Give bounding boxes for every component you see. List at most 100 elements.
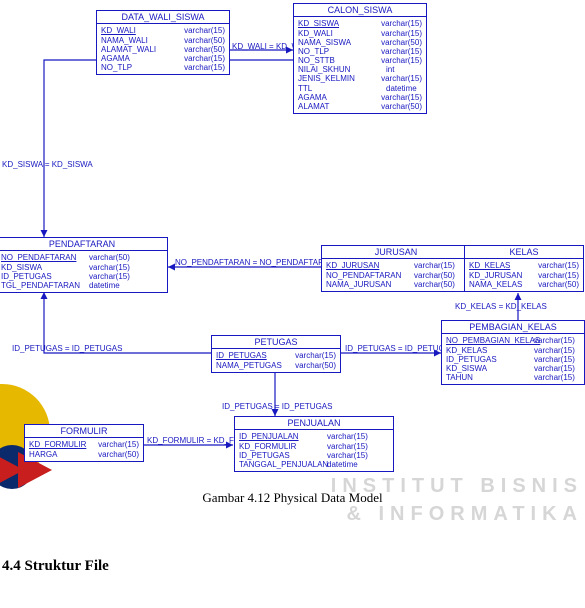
table-row: KD_FORMULIRvarchar(15) xyxy=(29,440,139,449)
table-row: NO_PEMBAGIAN_KELASvarchar(15) xyxy=(446,336,580,345)
column-type: varchar(15) xyxy=(534,336,575,345)
table-title: CALON_SISWA xyxy=(294,4,426,17)
table-jurusan: JURUSAN KD_JURUSANvarchar(15)NO_PENDAFTA… xyxy=(321,245,471,292)
column-name: ALAMAT_WALI xyxy=(101,45,184,54)
table-row: NAMA_SISWAvarchar(50) xyxy=(298,38,422,47)
column-name: KD_FORMULIR xyxy=(239,442,327,451)
column-type: varchar(15) xyxy=(381,93,422,102)
table-title: JURUSAN xyxy=(322,246,470,259)
table-formulir: FORMULIR KD_FORMULIRvarchar(15)HARGAvarc… xyxy=(24,424,144,462)
table-body: KD_JURUSANvarchar(15)NO_PENDAFTARANvarch… xyxy=(322,259,470,291)
table-row: KD_SISWAvarchar(15) xyxy=(446,364,580,373)
table-row: TTLdatetime xyxy=(298,84,422,93)
table-row: ALAMAT_WALIvarchar(50) xyxy=(101,45,225,54)
table-row: NO_TLPvarchar(15) xyxy=(298,47,422,56)
column-name: AGAMA xyxy=(101,54,184,63)
table-row: NO_PENDAFTARANvarchar(50) xyxy=(326,271,466,280)
column-type: varchar(50) xyxy=(184,36,225,45)
column-type: datetime xyxy=(89,281,120,290)
column-name: NO_TLP xyxy=(101,63,184,72)
table-row: KD_WALIvarchar(15) xyxy=(101,26,225,35)
column-type: varchar(15) xyxy=(184,26,225,35)
table-row: HARGAvarchar(50) xyxy=(29,450,139,459)
watermark-line-2: & INFORMATIKA xyxy=(347,503,584,526)
column-name: NAMA_PETUGAS xyxy=(216,361,295,370)
table-row: KD_SISWAvarchar(15) xyxy=(1,263,163,272)
rel-label-petugas-pendaftaran: ID_PETUGAS = ID_PETUGAS xyxy=(12,344,122,353)
column-name: KD_SISWA xyxy=(1,263,89,272)
table-body: KD_WALIvarchar(15)NAMA_WALIvarchar(50)AL… xyxy=(97,24,229,74)
column-type: varchar(15) xyxy=(327,442,368,451)
column-type: varchar(50) xyxy=(381,102,422,111)
table-pembagian-kelas: PEMBAGIAN_KELAS NO_PEMBAGIAN_KELASvarcha… xyxy=(441,320,585,385)
table-title: PEMBAGIAN_KELAS xyxy=(442,321,584,334)
rel-label-siswa: KD_SISWA = KD_SISWA xyxy=(2,160,93,169)
column-type: varchar(15) xyxy=(381,56,422,65)
column-type: varchar(15) xyxy=(89,272,130,281)
table-body: ID_PETUGASvarchar(15)NAMA_PETUGASvarchar… xyxy=(212,349,340,371)
table-row: NILAI_SKHUNint xyxy=(298,65,422,74)
table-petugas: PETUGAS ID_PETUGASvarchar(15)NAMA_PETUGA… xyxy=(211,335,341,373)
column-name: ALAMAT xyxy=(298,102,381,111)
column-name: TTL xyxy=(298,84,386,93)
column-type: varchar(15) xyxy=(184,54,225,63)
column-name: NAMA_KELAS xyxy=(469,280,538,289)
table-title: KELAS xyxy=(465,246,583,259)
table-body: KD_FORMULIRvarchar(15)HARGAvarchar(50) xyxy=(25,438,143,460)
table-pendaftaran: PENDAFTARAN NO_PENDAFTARANvarchar(50)KD_… xyxy=(0,237,168,293)
table-title: PENDAFTARAN xyxy=(0,238,167,251)
column-type: varchar(15) xyxy=(295,351,336,360)
column-type: varchar(15) xyxy=(534,355,575,364)
column-name: JENIS_KELMIN xyxy=(298,74,381,83)
column-type: varchar(15) xyxy=(538,261,579,270)
table-title: PETUGAS xyxy=(212,336,340,349)
rel-label-petugas-pembagian: ID_PETUGAS = ID_PETUGAS xyxy=(345,344,455,353)
column-name: TAHUN xyxy=(446,373,534,382)
column-name: ID_PETUGAS xyxy=(1,272,89,281)
table-row: NO_PENDAFTARANvarchar(50) xyxy=(1,253,163,262)
table-row: KD_JURUSANvarchar(15) xyxy=(326,261,466,270)
column-type: varchar(15) xyxy=(534,364,575,373)
table-row: TAHUNvarchar(15) xyxy=(446,373,580,382)
column-type: varchar(15) xyxy=(534,373,575,382)
column-name: NO_TLP xyxy=(298,47,381,56)
table-row: NAMA_WALIvarchar(50) xyxy=(101,36,225,45)
table-body: NO_PENDAFTARANvarchar(50)KD_SISWAvarchar… xyxy=(0,251,167,292)
table-row: NAMA_PETUGASvarchar(50) xyxy=(216,361,336,370)
column-name: KD_SISWA xyxy=(298,19,381,28)
column-name: NO_PENDAFTARAN xyxy=(326,271,414,280)
column-type: varchar(15) xyxy=(327,432,368,441)
column-type: varchar(50) xyxy=(89,253,130,262)
table-row: NAMA_JURUSANvarchar(50) xyxy=(326,280,466,289)
rel-label-kelas: KD_KELAS = KD_KELAS xyxy=(455,302,547,311)
column-name: KD_KELAS xyxy=(469,261,538,270)
table-row: KD_KELASvarchar(15) xyxy=(469,261,579,270)
table-row: ID_PETUGASvarchar(15) xyxy=(1,272,163,281)
column-name: NAMA_SISWA xyxy=(298,38,381,47)
column-name: NO_STTB xyxy=(298,56,381,65)
table-row: AGAMAvarchar(15) xyxy=(101,54,225,63)
table-row: ID_PETUGASvarchar(15) xyxy=(216,351,336,360)
table-row: KD_SISWAvarchar(15) xyxy=(298,19,422,28)
rel-label-pendaftaran: NO_PENDAFTARAN = NO_PENDAFTARAN xyxy=(175,258,335,267)
column-type: datetime xyxy=(386,84,417,93)
column-name: NO_PENDAFTARAN xyxy=(1,253,89,262)
table-row: TGL_PENDAFTARANdatetime xyxy=(1,281,163,290)
table-row: JENIS_KELMINvarchar(15) xyxy=(298,74,422,83)
column-name: KD_KELAS xyxy=(446,346,534,355)
table-row: KD_JURUSANvarchar(15) xyxy=(469,271,579,280)
column-type: varchar(15) xyxy=(184,63,225,72)
column-type: varchar(15) xyxy=(381,74,422,83)
column-type: varchar(15) xyxy=(98,440,139,449)
column-name: NILAI_SKHUN xyxy=(298,65,386,74)
column-type: varchar(15) xyxy=(534,346,575,355)
watermark-line-1: INSTITUT BISNIS xyxy=(331,475,583,498)
table-penjualan: PENJUALAN ID_PENJUALANvarchar(15)KD_FORM… xyxy=(234,416,394,472)
table-row: KD_WALIvarchar(15) xyxy=(298,29,422,38)
table-row: ID_PENJUALANvarchar(15) xyxy=(239,432,389,441)
table-data-wali-siswa: DATA_WALI_SISWA KD_WALIvarchar(15)NAMA_W… xyxy=(96,10,230,75)
column-name: NAMA_WALI xyxy=(101,36,184,45)
column-type: varchar(50) xyxy=(414,280,455,289)
table-row: ALAMATvarchar(50) xyxy=(298,102,422,111)
table-body: NO_PEMBAGIAN_KELASvarchar(15)KD_KELASvar… xyxy=(442,334,584,384)
